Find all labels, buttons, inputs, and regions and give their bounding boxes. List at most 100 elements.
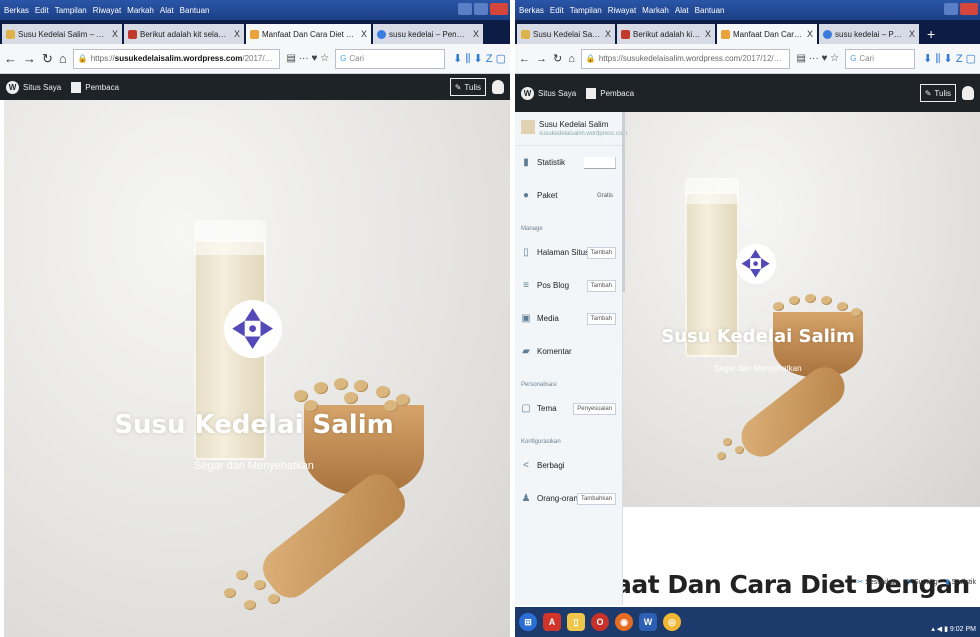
stats-icon: ▮ bbox=[523, 157, 529, 168]
opera-icon[interactable]: O bbox=[591, 613, 609, 631]
page-actions-icon[interactable]: ▤ ··· ♥ ☆ bbox=[796, 53, 839, 64]
menu-alat[interactable]: Alat bbox=[675, 6, 689, 15]
back-icon[interactable]: ← bbox=[519, 53, 530, 65]
acrobat-icon[interactable]: A bbox=[543, 613, 561, 631]
customize-action[interactable]: ✂ Sesuaikan bbox=[857, 578, 898, 586]
close-tab-icon[interactable]: X bbox=[234, 29, 240, 39]
toolbar-icons[interactable]: ⬇ ⫼ ⬇ Z ▢ bbox=[453, 52, 506, 66]
tab-google-search[interactable]: susu kedelai – Penelusuran Go X bbox=[373, 24, 483, 44]
url-prefix: https:// bbox=[598, 54, 623, 63]
reload-icon[interactable]: ↻ bbox=[42, 51, 53, 67]
search-box[interactable]: G Cari bbox=[335, 48, 446, 69]
sidebar-scrollbar[interactable] bbox=[622, 112, 625, 292]
close-tab-icon[interactable]: X bbox=[112, 29, 118, 39]
write-button[interactable]: ✎ Tulis bbox=[919, 84, 956, 102]
tab-manfaat-active[interactable]: Manfaat Dan Cara Diet Dengan X bbox=[246, 24, 371, 44]
reader-icon bbox=[586, 87, 597, 99]
tab-google-search[interactable]: susu kedelai – Penelusuran Go X bbox=[819, 24, 919, 44]
avatar[interactable] bbox=[962, 86, 974, 100]
tray-icons[interactable]: ▴ ◀ ▮ bbox=[931, 626, 950, 633]
menu-riwayat[interactable]: Riwayat bbox=[93, 6, 121, 15]
menu-bantuan[interactable]: Bantuan bbox=[180, 6, 210, 15]
start-button-icon[interactable]: ⊞ bbox=[519, 613, 537, 631]
write-icon: ✎ bbox=[454, 82, 462, 92]
write-button[interactable]: ✎ Tulis bbox=[449, 78, 486, 96]
edit-action[interactable]: ✎ Sunting bbox=[906, 578, 938, 586]
customize-theme-button[interactable]: Penyesuaian bbox=[573, 402, 616, 415]
close-tab-icon[interactable]: X bbox=[473, 29, 479, 39]
minimize-button[interactable] bbox=[458, 3, 472, 15]
sidebar-item-sharing[interactable]: < Berbagi bbox=[515, 449, 622, 482]
forward-icon[interactable]: → bbox=[23, 51, 36, 66]
sidebar-item-posts[interactable]: ≡ Pos Blog Tambah bbox=[515, 269, 622, 302]
wp-admin-bar: W Situs Saya Pembaca ✎ Tulis bbox=[515, 74, 980, 112]
current-site[interactable]: Susu Kedelai Salim susukedelaisalim.word… bbox=[515, 112, 627, 146]
sidebar-item-stats[interactable]: ▮ Statistik bbox=[515, 146, 622, 179]
sidebar-item-theme[interactable]: ▢ Tema Penyesuaian bbox=[515, 392, 622, 425]
home-icon[interactable]: ⌂ bbox=[568, 53, 575, 65]
add-media-button[interactable]: Tambah bbox=[586, 312, 616, 325]
menu-riwayat[interactable]: Riwayat bbox=[608, 6, 636, 15]
url-bar[interactable]: 🔒 https:// susukedelaisalim.wordpress.co… bbox=[580, 48, 791, 69]
menu-markah[interactable]: Markah bbox=[642, 6, 669, 15]
tab-susu-kedelai-salim[interactable]: Susu Kedelai Salim – Segar da X bbox=[517, 24, 615, 44]
close-tab-icon[interactable]: X bbox=[605, 29, 611, 39]
add-page-button[interactable]: Tambah bbox=[586, 246, 616, 259]
minimize-button[interactable] bbox=[944, 3, 958, 15]
menu-tampilan[interactable]: Tampilan bbox=[570, 6, 602, 15]
add-people-button[interactable]: Tambahkan bbox=[576, 492, 616, 505]
my-sites-link[interactable]: Situs Saya bbox=[23, 83, 61, 92]
menu-alat[interactable]: Alat bbox=[160, 6, 174, 15]
reader-link[interactable]: Pembaca bbox=[600, 89, 634, 98]
url-bar[interactable]: 🔒 https:// susukedelaisalim.wordpress.co… bbox=[72, 48, 281, 69]
reader-icon bbox=[71, 81, 82, 93]
sidebar-item-people[interactable]: ♟ Orang-orang Tambahkan bbox=[515, 482, 622, 515]
menu-bantuan[interactable]: Bantuan bbox=[695, 6, 725, 15]
toolbar-icons[interactable]: ⬇ ⫼ ⬇ Z ▢ bbox=[923, 52, 976, 66]
menu-edit[interactable]: Edit bbox=[550, 6, 564, 15]
maximize-button[interactable] bbox=[474, 3, 488, 15]
word-icon[interactable]: W bbox=[639, 613, 657, 631]
wordpress-icon[interactable]: W bbox=[6, 80, 19, 94]
menu-tampilan[interactable]: Tampilan bbox=[55, 6, 87, 15]
sidebar-item-comments[interactable]: ▰ Komentar bbox=[515, 335, 622, 368]
menu-berkas[interactable]: Berkas bbox=[519, 6, 544, 15]
stats-action[interactable]: ▮ Statistik bbox=[946, 578, 976, 586]
menu-edit[interactable]: Edit bbox=[35, 6, 49, 15]
add-post-button[interactable]: Tambah bbox=[586, 279, 616, 292]
tab-berikut[interactable]: Berikut adalah kit selamat dat X bbox=[617, 24, 715, 44]
wordpress-icon[interactable]: W bbox=[521, 86, 534, 100]
tab-label: Susu Kedelai Salim – Segar dan bbox=[18, 29, 108, 39]
tab-favicon bbox=[377, 29, 386, 39]
chrome-icon[interactable]: ◎ bbox=[663, 613, 681, 631]
site-title[interactable]: Susu Kedelai Salim bbox=[4, 410, 504, 440]
close-tab-icon[interactable]: X bbox=[909, 29, 915, 39]
firefox-icon[interactable]: ◉ bbox=[615, 613, 633, 631]
new-tab-button[interactable]: + bbox=[921, 24, 941, 44]
sidebar-item-plan[interactable]: ● Paket Gratis bbox=[515, 179, 622, 212]
search-box[interactable]: G Cari bbox=[845, 48, 916, 69]
site-title[interactable]: Susu Kedelai Salim bbox=[623, 326, 893, 347]
reload-icon[interactable]: ↻ bbox=[553, 52, 562, 65]
tab-berikut[interactable]: Berikut adalah kit selamat dat X bbox=[124, 24, 244, 44]
sidebar-item-media[interactable]: ▣ Media Tambah bbox=[515, 302, 622, 335]
close-tab-icon[interactable]: X bbox=[807, 29, 813, 39]
back-icon[interactable]: ← bbox=[4, 51, 17, 66]
avatar[interactable] bbox=[492, 80, 504, 94]
file-explorer-icon[interactable]: ▯ bbox=[567, 613, 585, 631]
my-sites-link[interactable]: Situs Saya bbox=[538, 89, 576, 98]
tab-manfaat-active[interactable]: Manfaat Dan Cara Diet Dengan X bbox=[717, 24, 817, 44]
close-window-button[interactable] bbox=[490, 3, 508, 15]
clock[interactable]: 9:02 PM bbox=[950, 626, 976, 633]
sidebar-item-pages[interactable]: ▯ Halaman Situs Tambah bbox=[515, 236, 622, 269]
menu-berkas[interactable]: Berkas bbox=[4, 6, 29, 15]
reader-link[interactable]: Pembaca bbox=[85, 83, 119, 92]
close-window-button[interactable] bbox=[960, 3, 978, 15]
close-tab-icon[interactable]: X bbox=[705, 29, 711, 39]
home-icon[interactable]: ⌂ bbox=[59, 51, 67, 66]
forward-icon[interactable]: → bbox=[536, 53, 547, 65]
page-actions-icon[interactable]: ▤ ··· ♥ ☆ bbox=[286, 53, 329, 64]
menu-markah[interactable]: Markah bbox=[127, 6, 154, 15]
close-tab-icon[interactable]: X bbox=[361, 29, 367, 39]
tab-susu-kedelai-salim[interactable]: Susu Kedelai Salim – Segar dan X bbox=[2, 24, 122, 44]
